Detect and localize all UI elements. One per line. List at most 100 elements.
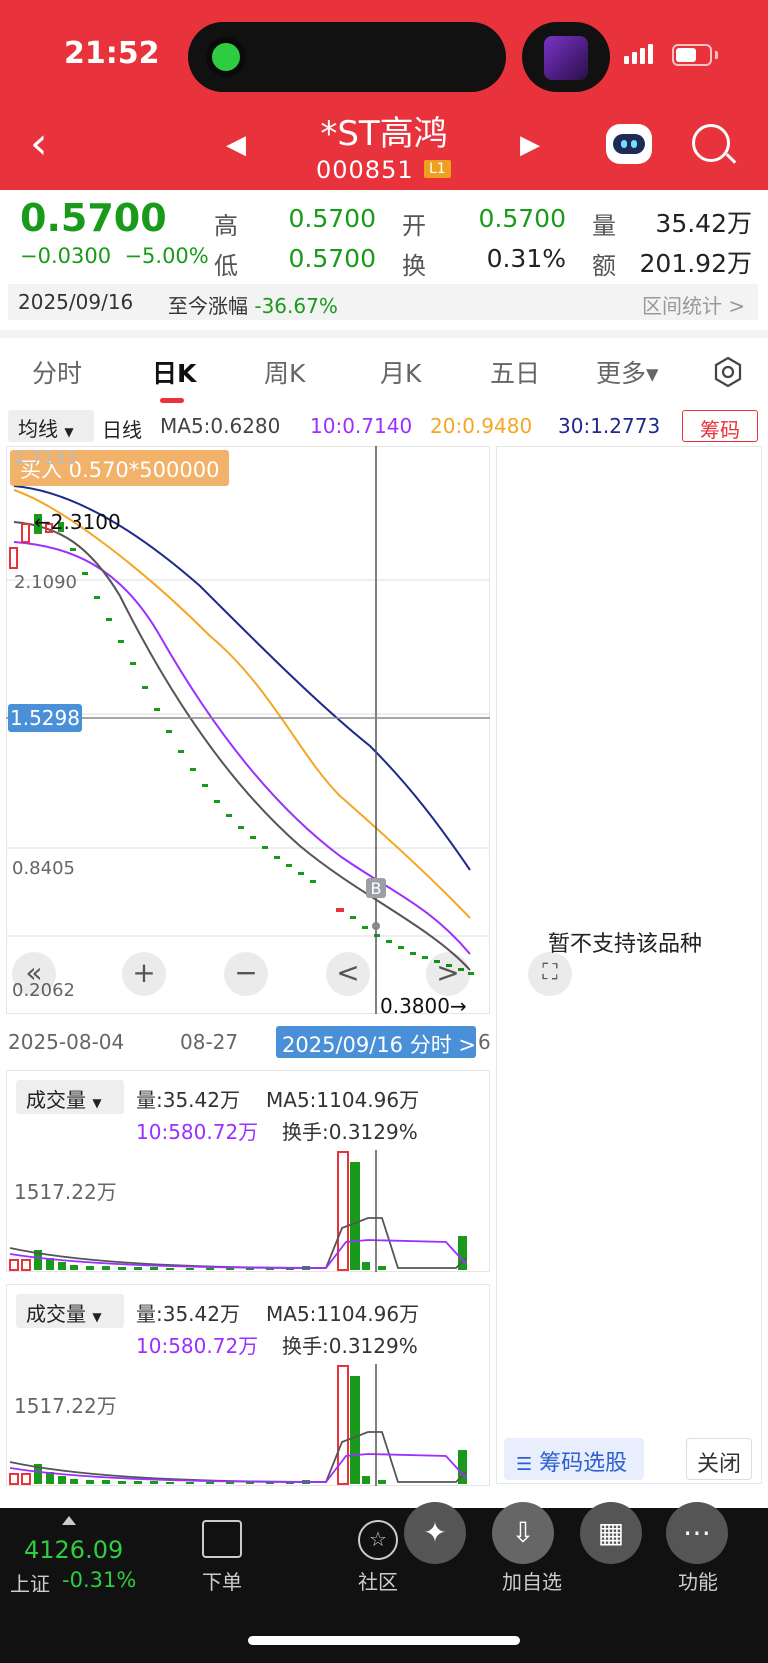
date-mid: 08-27 bbox=[180, 1030, 239, 1054]
volume-value-2: 量:35.42万 bbox=[136, 1302, 240, 1326]
grid-menu-icon[interactable]: ▦ bbox=[580, 1502, 642, 1564]
home-indicator bbox=[248, 1636, 520, 1645]
stock-name: *ST高鸿 bbox=[320, 114, 448, 154]
high-value: 0.5700 bbox=[288, 204, 376, 233]
ma10-value: 10:0.7140 bbox=[310, 414, 413, 438]
index-change: -0.31% bbox=[62, 1568, 137, 1592]
tab-five-day[interactable]: 五日 bbox=[490, 354, 540, 390]
order-button[interactable]: 下单 bbox=[200, 1566, 244, 1595]
ma10-line bbox=[13, 541, 471, 955]
chip-select-label: 筹码选股 bbox=[539, 1451, 628, 1476]
y-tick-08405: 0.8405 bbox=[12, 858, 75, 879]
intraday-link[interactable]: 2025/09/16 分时 > bbox=[276, 1026, 476, 1058]
zoom-in-button[interactable]: + bbox=[122, 952, 166, 996]
quote-date: 2025/09/16 bbox=[18, 290, 134, 314]
dynamic-island bbox=[188, 22, 506, 92]
volume-turn-1: 换手:0.3129% bbox=[282, 1120, 418, 1144]
divider bbox=[0, 330, 768, 338]
live-activity-icon bbox=[206, 37, 246, 77]
active-tab-indicator bbox=[160, 398, 184, 403]
tab-intraday[interactable]: 分时 bbox=[32, 354, 82, 390]
chips-button[interactable]: 筹码 bbox=[682, 410, 758, 442]
volume-select-label-1: 成交量 bbox=[26, 1088, 86, 1112]
high-label: 高 bbox=[214, 212, 238, 240]
volume-select-2[interactable]: 成交量 ▼ bbox=[16, 1294, 124, 1328]
community-icon[interactable]: ☆ bbox=[358, 1520, 398, 1560]
tab-weekly-k[interactable]: 周K bbox=[264, 354, 305, 390]
last-price: 0.5700 bbox=[20, 196, 167, 240]
volume-ma5-1: MA5:1104.96万 bbox=[266, 1088, 420, 1112]
volume-bars-2 bbox=[9, 1364, 467, 1486]
expand-up-icon[interactable] bbox=[62, 1516, 76, 1525]
since-label: 至今涨幅 bbox=[168, 294, 248, 318]
open-label: 开 bbox=[402, 212, 426, 240]
max-price-label: ←2.3100 bbox=[34, 510, 121, 534]
open-value: 0.5700 bbox=[478, 204, 566, 233]
top-header: 21:52 ‹ ◀ *ST高鸿 000851 L1 ▶ bbox=[0, 0, 768, 190]
ma5-line bbox=[13, 521, 471, 971]
stock-code: 000851 bbox=[316, 156, 414, 184]
index-value: 4126.09 bbox=[24, 1536, 124, 1564]
indicator-select-label: 均线 bbox=[18, 417, 58, 441]
media-activity bbox=[522, 22, 610, 92]
range-stats-link[interactable]: 区间统计 > bbox=[642, 290, 745, 319]
scroll-start-button[interactable]: « bbox=[12, 952, 56, 996]
order-icon[interactable] bbox=[202, 1520, 242, 1558]
close-button[interactable]: 关闭 bbox=[686, 1438, 752, 1480]
signal-icon bbox=[624, 44, 656, 64]
search-icon[interactable] bbox=[692, 124, 730, 162]
cursor-price-tag: 1.5298 bbox=[8, 704, 82, 732]
y-tick-2109: 2.1090 bbox=[14, 572, 77, 593]
change-value: −0.0300 bbox=[20, 244, 112, 268]
expand-icon[interactable]: ⛶ bbox=[528, 952, 572, 996]
ma20-line bbox=[13, 489, 471, 919]
unsupported-message: 暂不支持该品种 bbox=[548, 932, 703, 957]
volume-value: 35.42万 bbox=[655, 209, 752, 238]
more-dots-icon[interactable]: ⋯ bbox=[666, 1502, 728, 1564]
ma30-line bbox=[13, 485, 471, 871]
volume-turn-2: 换手:0.3129% bbox=[282, 1334, 418, 1358]
low-label: 低 bbox=[214, 252, 238, 280]
low-value: 0.5700 bbox=[288, 244, 376, 273]
volume-select-label-2: 成交量 bbox=[26, 1302, 86, 1326]
volume-label: 量 bbox=[592, 212, 616, 240]
turnover-value: 0.31% bbox=[486, 244, 566, 273]
min-price-label: 0.3800→ bbox=[380, 994, 467, 1018]
y-tick-top: 2.7133 bbox=[14, 448, 77, 469]
indicator-select[interactable]: 均线 ▼ bbox=[8, 410, 94, 442]
price-change: −0.0300 −5.00% bbox=[20, 244, 209, 268]
zoom-out-button[interactable]: − bbox=[224, 952, 268, 996]
index-name: 上证 bbox=[10, 1572, 50, 1596]
album-art-icon bbox=[544, 36, 588, 80]
status-time: 21:52 bbox=[64, 36, 160, 71]
amount-value: 201.92万 bbox=[639, 249, 752, 278]
tab-daily-k[interactable]: 日K bbox=[152, 354, 196, 390]
function-button[interactable]: 功能 bbox=[666, 1566, 730, 1595]
ma20-value: 20:0.9480 bbox=[430, 414, 533, 438]
volume-bars-1 bbox=[9, 1150, 467, 1272]
community-button[interactable]: 社区 bbox=[356, 1566, 400, 1595]
add-watchlist-button[interactable]: 加自选 bbox=[494, 1566, 570, 1595]
list-icon: ☰ bbox=[516, 1454, 533, 1475]
next-stock-button[interactable]: ▶ bbox=[520, 130, 540, 160]
tab-monthly-k[interactable]: 月K bbox=[380, 354, 421, 390]
volume-select-1[interactable]: 成交量 ▼ bbox=[16, 1080, 124, 1114]
scroll-right-button[interactable]: > bbox=[426, 952, 470, 996]
add-watchlist-icon[interactable]: ⇩ bbox=[492, 1502, 554, 1564]
ma5-value: MA5:0.6280 bbox=[160, 414, 281, 438]
level-badge: L1 bbox=[424, 160, 451, 178]
volume-ma10-1: 10:580.72万 bbox=[136, 1120, 259, 1144]
robot-assistant-icon[interactable] bbox=[606, 124, 652, 164]
volume-ma5-2: MA5:1104.96万 bbox=[266, 1302, 420, 1326]
candles bbox=[9, 514, 474, 975]
scroll-left-button[interactable]: < bbox=[326, 952, 370, 996]
since-value: -36.67% bbox=[254, 294, 338, 318]
tab-more[interactable]: 更多▾ bbox=[596, 354, 659, 390]
buy-marker-label: B bbox=[371, 879, 382, 898]
battery-icon bbox=[672, 44, 712, 66]
settings-hexagon-icon[interactable] bbox=[712, 356, 744, 388]
chip-select-button[interactable]: ☰ 筹码选股 bbox=[504, 1438, 644, 1480]
amount-label: 额 bbox=[592, 252, 616, 280]
sparkle-icon[interactable]: ✦ bbox=[404, 1502, 466, 1564]
period-label: 日线 bbox=[102, 418, 142, 442]
